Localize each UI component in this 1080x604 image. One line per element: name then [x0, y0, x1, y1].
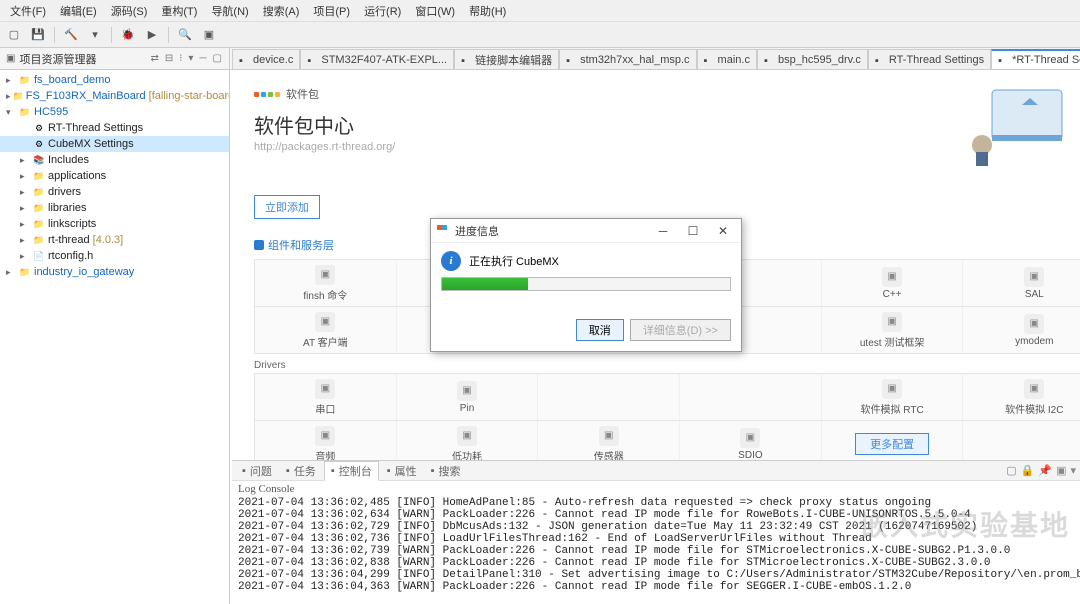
dialog-titlebar[interactable]: 进度信息 ─ ☐ ✕ — [431, 219, 741, 243]
info-icon: i — [441, 251, 461, 271]
modal-overlay: 进度信息 ─ ☐ ✕ i 正在执行 CubeMX 取消 详细信息(D) >> — [0, 0, 1080, 604]
progress-dialog: 进度信息 ─ ☐ ✕ i 正在执行 CubeMX 取消 详细信息(D) >> — [430, 218, 742, 352]
progress-bar — [441, 277, 731, 291]
dialog-message: 正在执行 CubeMX — [469, 253, 559, 269]
details-button[interactable]: 详细信息(D) >> — [630, 319, 731, 341]
close-window-icon[interactable]: ✕ — [711, 224, 735, 238]
cancel-button[interactable]: 取消 — [576, 319, 624, 341]
progress-fill — [442, 278, 528, 290]
minimize-window-icon[interactable]: ─ — [651, 224, 675, 238]
maximize-window-icon[interactable]: ☐ — [681, 224, 705, 238]
dialog-title-text: 进度信息 — [455, 223, 645, 239]
rt-logo-icon — [437, 225, 449, 237]
